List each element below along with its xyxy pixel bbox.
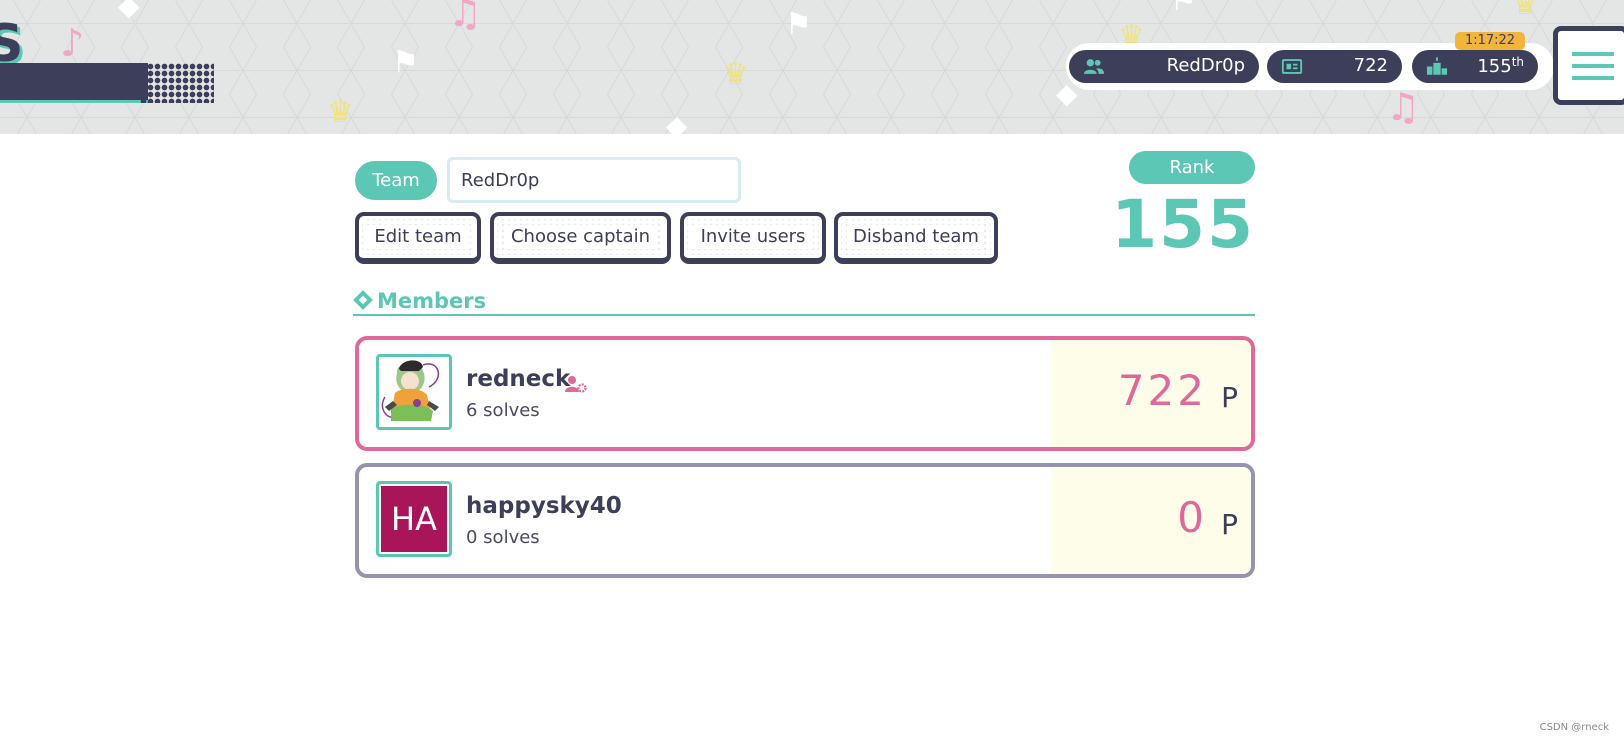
anime-character-avatar [379,357,449,427]
crown-decoration-icon: ♛ [1512,0,1539,22]
score-box: 722 P [1051,340,1251,447]
crown-decoration-icon: ♛ [722,57,749,92]
music-note-decoration-icon: ♪ [60,21,85,65]
diamond-decoration-icon: ◆ [666,109,688,135]
members-title: Members [377,289,487,313]
crown-decoration-icon: ♛ [327,95,354,130]
hamburger-menu-button[interactable] [1553,26,1624,105]
score-value: 722 [1353,55,1388,76]
rank-short-value: 155th [1477,55,1524,77]
member-card[interactable]: HA happysky40 0 solves 0 P [355,463,1255,578]
score-unit: P [1221,508,1238,541]
status-bar: RedDr0p 722 155th [1066,43,1554,90]
music-note-decoration-icon: ♫ [1386,85,1421,129]
diamond-icon [353,290,373,310]
invite-users-label: Invite users [684,217,822,257]
team-name-input[interactable] [447,157,741,203]
header-banner: ◆ ♪ ♫ ♫ ⚑ ⚑ ⚑ ♛ ♛ ♛ ♛ ◆ ◆ S RedDr0p 722 … [0,0,1624,134]
user-status-pill[interactable]: RedDr0p [1069,50,1259,83]
flag-decoration-icon: ⚑ [1170,0,1197,18]
user-name-value: RedDr0p [1166,55,1245,76]
hamburger-menu-icon-line [1572,64,1614,68]
timer-badge: 1:17:22 [1455,32,1525,50]
disband-team-button[interactable]: Disband team [834,212,998,264]
edit-team-label: Edit team [359,217,477,257]
score-status-pill[interactable]: 722 [1267,50,1402,83]
avatar [376,354,452,430]
rank-value: 155 [1111,186,1255,263]
podium-icon [1426,57,1448,75]
member-card[interactable]: redneck 6 solves 722 P [355,336,1255,451]
hamburger-menu-icon [1572,52,1614,56]
score-unit: P [1221,381,1238,414]
diamond-decoration-icon: ◆ [118,0,140,22]
edit-team-button[interactable]: Edit team [355,212,481,264]
music-note-decoration-icon: ♫ [448,0,483,35]
score-card-icon [1281,59,1303,74]
team-label: Team [355,161,437,200]
logo-bar [0,63,148,103]
rank-label: Rank [1129,151,1255,184]
captain-badge-icon [565,376,587,393]
score-box: 0 P [1051,467,1251,574]
flag-decoration-icon: ⚑ [392,45,419,80]
rank-status-pill[interactable]: 155th [1412,50,1538,83]
flag-decoration-icon: ⚑ [785,7,812,42]
member-score: 0 [1177,493,1207,542]
member-name[interactable]: happysky40 [466,493,622,519]
members-section-header: Members [353,289,1255,316]
disband-team-label: Disband team [838,217,994,257]
member-score: 722 [1117,366,1207,415]
avatar: HA [376,481,452,557]
hamburger-menu-icon-line [1572,76,1614,80]
logo-halftone-pattern [140,63,214,103]
invite-users-button[interactable]: Invite users [680,212,826,264]
choose-captain-button[interactable]: Choose captain [490,212,671,264]
member-name[interactable]: redneck [466,366,570,392]
member-solves: 0 solves [466,527,540,548]
member-solves: 6 solves [466,400,540,421]
watermark: CSDN @rneck [1539,722,1609,733]
team-icon [1083,59,1105,74]
choose-captain-label: Choose captain [494,217,667,257]
